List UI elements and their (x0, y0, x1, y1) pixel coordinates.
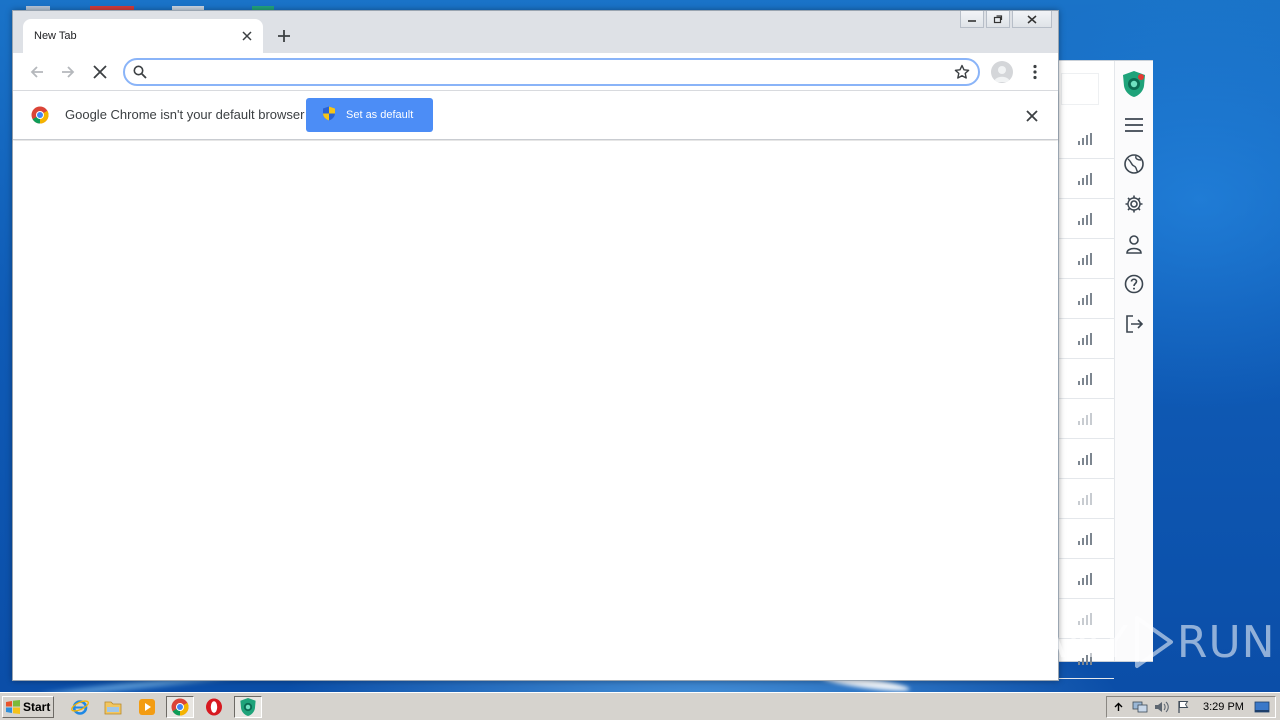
close-infobar-icon[interactable] (1023, 107, 1041, 125)
window-controls (960, 11, 1052, 28)
help-icon[interactable] (1121, 271, 1147, 297)
vpn-app-window (1058, 60, 1153, 679)
search-icon (125, 65, 155, 79)
media-player-icon[interactable] (133, 696, 161, 718)
signal-strength-icon (1078, 372, 1092, 385)
taskbar: Start 3:29 PM (0, 692, 1280, 720)
vpn-server-row[interactable] (1059, 559, 1114, 599)
hamburger-menu-icon[interactable] (1121, 112, 1147, 138)
start-button[interactable]: Start (2, 696, 54, 718)
address-input[interactable] (155, 61, 946, 83)
signal-strength-icon (1078, 252, 1092, 265)
signal-strength-icon (1078, 492, 1092, 505)
signal-strength-icon (1078, 132, 1092, 145)
vpn-server-row[interactable] (1059, 359, 1114, 399)
show-desktop-icon[interactable] (1251, 697, 1273, 717)
vpn-server-row[interactable] (1059, 479, 1114, 519)
tab-new-tab[interactable]: New Tab (23, 19, 263, 53)
close-window-button[interactable] (1012, 11, 1052, 28)
signal-strength-icon (1078, 532, 1092, 545)
tab-title: New Tab (34, 30, 77, 42)
system-tray: 3:29 PM (1106, 696, 1276, 718)
gear-icon[interactable] (1121, 191, 1147, 217)
default-browser-infobar: Google Chrome isn't your default browser… (13, 91, 1058, 140)
start-label: Start (23, 700, 51, 714)
tab-strip: New Tab (13, 11, 1058, 53)
forward-button[interactable] (56, 60, 80, 84)
signal-strength-icon (1078, 212, 1092, 225)
chrome-logo-icon (31, 106, 49, 124)
clock[interactable]: 3:29 PM (1203, 701, 1251, 713)
browser-menu-icon[interactable] (1025, 61, 1045, 83)
volume-icon[interactable] (1151, 697, 1173, 717)
vpn-server-row[interactable] (1059, 439, 1114, 479)
watermark-text-right: RUN (1176, 616, 1276, 668)
vpn-app-icon[interactable] (234, 696, 262, 718)
vpn-server-row[interactable] (1059, 279, 1114, 319)
vpn-search-box[interactable] (1061, 73, 1099, 105)
close-tab-icon[interactable] (237, 26, 257, 46)
opera-icon[interactable] (200, 696, 228, 718)
vpn-server-list (1059, 61, 1114, 679)
watermark-text-left: ANY (1036, 616, 1129, 668)
address-bar[interactable] (123, 58, 980, 86)
page-content-area (13, 141, 1058, 680)
signal-strength-icon (1078, 172, 1092, 185)
vpn-server-row[interactable] (1059, 199, 1114, 239)
bookmark-star-icon[interactable] (946, 64, 978, 80)
restore-button[interactable] (986, 11, 1010, 28)
user-icon[interactable] (1121, 231, 1147, 257)
vpn-server-row[interactable] (1059, 519, 1114, 559)
windows-logo-icon (6, 700, 20, 714)
chrome-window: New Tab Google Chrome isn't your default… (12, 10, 1059, 681)
signal-strength-icon (1078, 332, 1092, 345)
infobar-message: Google Chrome isn't your default browser (65, 107, 305, 122)
vpn-sidebar (1114, 61, 1153, 661)
stop-loading-button[interactable] (88, 60, 112, 84)
minimize-button[interactable] (960, 11, 984, 28)
signal-strength-icon (1078, 412, 1092, 425)
shield-logo-icon (1121, 71, 1147, 97)
logout-icon[interactable] (1121, 311, 1147, 337)
show-hidden-icons-chevron-icon[interactable] (1107, 697, 1129, 717)
vpn-server-row[interactable] (1059, 119, 1114, 159)
anyrun-watermark: ANY RUN (1036, 612, 1276, 672)
vpn-server-row[interactable] (1059, 319, 1114, 359)
signal-strength-icon (1078, 572, 1092, 585)
play-logo-icon (1134, 616, 1173, 668)
set-as-default-button[interactable]: Set as default (306, 98, 433, 132)
back-button[interactable] (25, 60, 49, 84)
internet-explorer-icon[interactable] (66, 696, 94, 718)
globe-icon[interactable] (1121, 151, 1147, 177)
action-center-flag-icon[interactable] (1173, 697, 1195, 717)
set-as-default-label: Set as default (346, 109, 414, 121)
new-tab-button[interactable] (273, 25, 295, 47)
signal-strength-icon (1078, 292, 1092, 305)
network-icon[interactable] (1129, 697, 1151, 717)
uac-shield-icon (322, 106, 336, 124)
chrome-icon[interactable] (166, 696, 194, 718)
vpn-server-row[interactable] (1059, 159, 1114, 199)
profile-avatar-icon[interactable] (991, 61, 1013, 83)
file-explorer-icon[interactable] (99, 696, 127, 718)
browser-toolbar (13, 53, 1058, 91)
signal-strength-icon (1078, 452, 1092, 465)
vpn-server-row[interactable] (1059, 239, 1114, 279)
vpn-server-row[interactable] (1059, 399, 1114, 439)
